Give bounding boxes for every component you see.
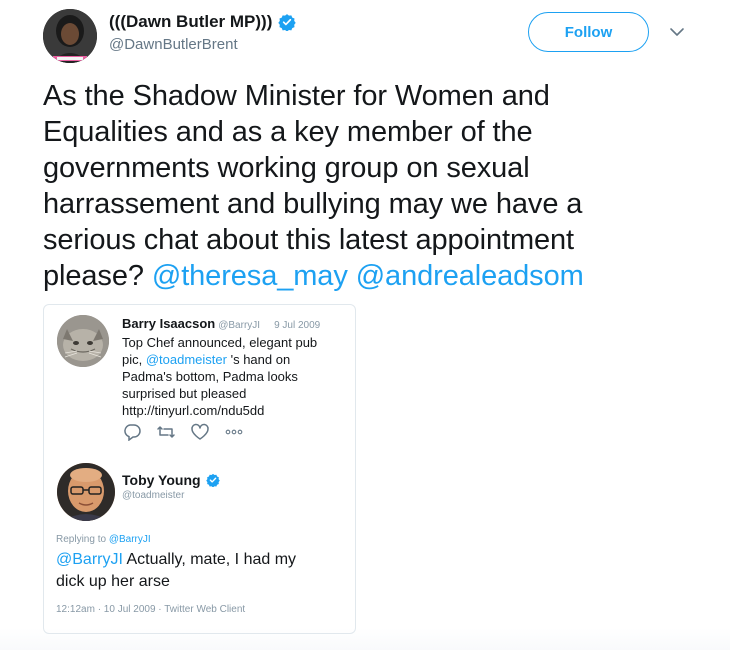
- replying-prefix: Replying to: [56, 534, 107, 545]
- more-icon: [224, 423, 244, 441]
- quoted-tweet1-date: 9 Jul 2009: [274, 320, 321, 331]
- quoted-tweet1-handle: @BarryJI: [218, 320, 261, 331]
- quoted-tweet2-header: Toby Young: [122, 472, 220, 488]
- retweet-icon: [156, 423, 176, 441]
- quoted-tweet1-actions: [122, 423, 258, 442]
- quoted-line: http://tinyurl.com/ndu5dd: [122, 403, 265, 418]
- quoted-tweet1-header: Barry Isaacson @BarryJI 9 Jul 2009: [122, 316, 320, 333]
- quoted-tweet2-handle: @toadmeister: [122, 490, 185, 501]
- quoted-line-text: pic,: [122, 352, 143, 367]
- tweet-line: Equalities and as a key member of the: [43, 116, 533, 148]
- tweet-line: harrassement and bullying may we have a: [43, 188, 583, 220]
- quoted-line-text: 's hand on: [226, 352, 291, 367]
- tweet-line: governments working group on sexual: [43, 152, 530, 184]
- quoted-avatar-barry: [57, 315, 109, 367]
- mention-link[interactable]: @andrealeadsom: [356, 260, 584, 292]
- replying-to: Replying to @BarryJI: [56, 534, 151, 545]
- quoted-line: Top Chef announced, elegant pub: [122, 335, 318, 350]
- follow-button[interactable]: Follow: [528, 12, 649, 52]
- author-handle[interactable]: @DawnButlerBrent: [109, 36, 238, 54]
- quoted-line: surprised but pleased: [122, 386, 247, 401]
- chevron-down-icon[interactable]: [668, 23, 686, 41]
- author-name-row: (((Dawn Butler MP))): [109, 12, 297, 32]
- quoted-mention: @BarryJI: [56, 551, 123, 568]
- bottom-divider: [0, 628, 730, 650]
- quoted-tweet1-text: Top Chef announced, elegant pub pic, @to…: [122, 334, 350, 419]
- quoted-line-text: Actually, mate, I had my: [122, 551, 297, 568]
- author-avatar[interactable]: [43, 9, 97, 63]
- tweet-line-last: please? @theresa_may @andrealeadsom: [43, 258, 683, 294]
- quoted-tweet2-text: @BarryJI Actually, mate, I had my dick u…: [56, 549, 346, 593]
- reply-icon: [122, 423, 142, 442]
- like-icon: [190, 423, 210, 441]
- tweet-line: serious chat about this latest appointme…: [43, 224, 575, 256]
- quoted-avatar-toby: [57, 463, 115, 521]
- verified-badge-icon: [205, 473, 220, 488]
- embedded-screenshot-image[interactable]: Barry Isaacson @BarryJI 9 Jul 2009 Top Che…: [43, 304, 356, 634]
- mention-link[interactable]: @theresa_may: [152, 260, 348, 292]
- tweet-header: (((Dawn Butler MP))) @DawnButlerBrent Fo…: [0, 0, 730, 80]
- quoted-line: pic, @toadmeister 's hand on: [122, 351, 350, 368]
- quoted-mention: @toadmeister: [145, 352, 227, 367]
- quoted-tweet1-name: Barry Isaacson: [122, 316, 216, 331]
- quoted-line: @BarryJI Actually, mate, I had my: [56, 549, 346, 571]
- tweet-line-text: please?: [43, 260, 144, 292]
- author-display-name[interactable]: (((Dawn Butler MP))): [109, 12, 272, 32]
- quoted-tweet2-name: Toby Young: [122, 472, 201, 488]
- quoted-line: dick up her arse: [56, 573, 170, 590]
- verified-badge-icon: [278, 13, 297, 32]
- quoted-line: Padma's bottom, Padma looks: [122, 369, 298, 384]
- tweet-text: As the Shadow Minister for Women and Equ…: [43, 78, 683, 294]
- quoted-tweet2-meta: 12:12am · 10 Jul 2009 · Twitter Web Clie…: [56, 604, 246, 615]
- replying-mention: @BarryJI: [108, 534, 151, 545]
- tweet-line: As the Shadow Minister for Women and: [43, 80, 550, 112]
